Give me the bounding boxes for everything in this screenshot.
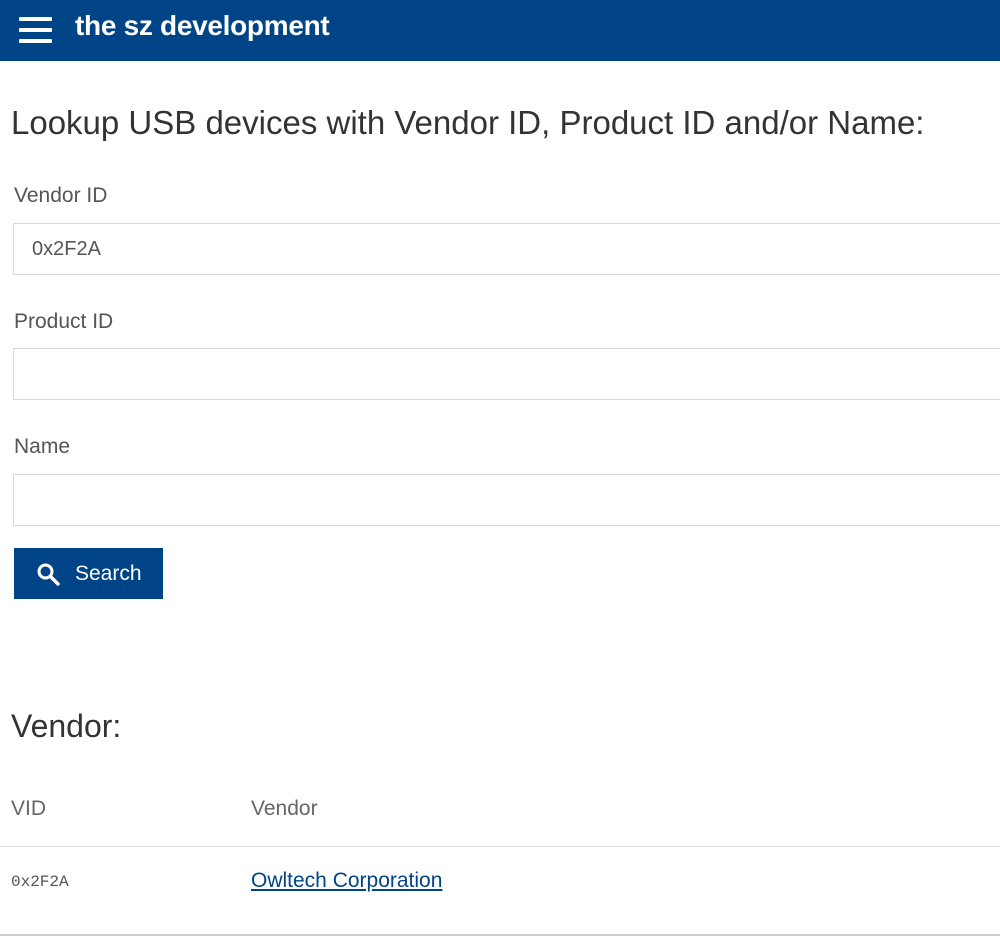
product-id-label: Product ID [14,310,114,333]
product-id-input[interactable] [13,348,1000,400]
brand-link[interactable]: the sz development [75,10,330,42]
hamburger-menu-icon[interactable] [19,17,52,43]
name-input[interactable] [13,474,1000,526]
table-cell-vid: 0x2F2A [11,873,69,891]
vendor-section-title: Vendor: [11,708,122,744]
search-icon [37,563,60,586]
search-button[interactable]: Search [14,548,163,599]
page-title: Lookup USB devices with Vendor ID, Produ… [11,104,925,141]
column-header-vid: VID [11,797,47,820]
search-button-label: Search [75,561,142,585]
vendor-id-input[interactable] [13,223,1000,275]
name-label: Name [14,435,71,458]
column-header-vendor: Vendor [251,797,318,820]
top-navbar: the sz development [0,0,1000,61]
vendor-link[interactable]: Owltech Corporation [251,869,442,893]
table-row-divider [0,846,1000,847]
table-bottom-divider [0,934,1000,936]
vendor-id-label: Vendor ID [14,184,108,207]
